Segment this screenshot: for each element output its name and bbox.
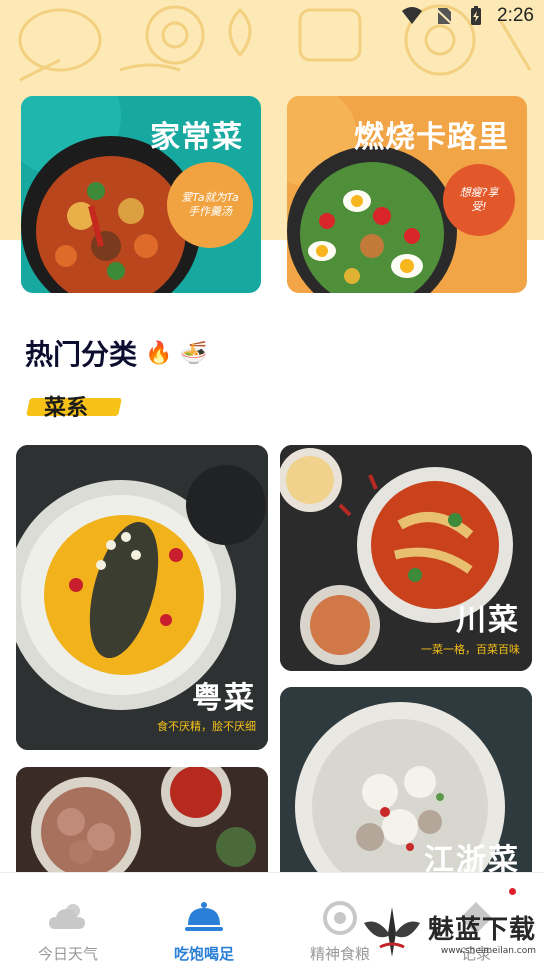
banner-title: 家常菜 [150, 120, 243, 155]
status-time: 2:26 [497, 5, 534, 26]
nav-item-weather[interactable]: 今日天气 [0, 873, 136, 969]
wifi-icon [402, 7, 423, 24]
banner-home-cooking[interactable]: 爱Ta就为Ta手作羹汤 家常菜 [21, 96, 261, 293]
watermark-url: www.sheimeilan.com [440, 945, 536, 956]
banner-title: 燃烧卡路里 [354, 120, 509, 155]
category-card-jiangzhe[interactable]: 江浙菜 [280, 687, 532, 897]
category-card-sichuan[interactable]: 川菜 一菜一格，百菜百味 [280, 445, 532, 671]
camera-aperture-icon [323, 901, 357, 935]
notification-dot [509, 888, 516, 895]
section-title-text: 热门分类 [25, 338, 138, 371]
banner-burn-calories[interactable]: 想瘦?享受! 燃烧卡路里 [287, 96, 527, 293]
watermark-title: 魅蓝下载 [427, 914, 536, 945]
weather-cloud-sun-icon [49, 904, 85, 929]
fire-icon: 🔥 [145, 340, 173, 366]
category-card-cantonese[interactable]: 粤菜 食不厌精，脍不厌细 [16, 445, 268, 750]
dragon-logo-icon [363, 907, 420, 957]
category-subtitle: 食不厌精，脍不厌细 [157, 720, 256, 733]
nav-item-food[interactable]: 吃饱喝足 [136, 873, 272, 969]
status-bar: 2:26 [0, 0, 544, 32]
cuisine-tag: 菜系 [26, 390, 122, 421]
noodle-bowl-icon: 🍜 [180, 340, 208, 366]
banner-bubble-text: 爱Ta就为Ta手作羹汤 [181, 191, 239, 218]
no-sim-icon [434, 7, 454, 26]
banner-bubble: 想瘦?享受! [443, 164, 515, 236]
battery-charging-icon [471, 6, 482, 25]
section-title: 热门分类 🔥 🍜 [25, 333, 208, 373]
category-name: 川菜 [456, 603, 520, 638]
banner-bubble-text: 想瘦?享受! [459, 186, 499, 213]
food-cloche-icon [185, 902, 223, 931]
category-name: 粤菜 [192, 681, 256, 716]
cuisine-tag-label: 菜系 [44, 396, 89, 421]
banner-bubble: 爱Ta就为Ta手作羹汤 [167, 162, 253, 248]
nav-label: 今日天气 [37, 945, 98, 963]
nav-label: 吃饱喝足 [173, 945, 234, 963]
watermark-text: 魅蓝下载 www.sheimeilan.com [428, 909, 536, 956]
category-subtitle: 一菜一格，百菜百味 [421, 643, 520, 656]
watermark: 魅蓝下载 www.sheimeilan.com [360, 903, 536, 961]
